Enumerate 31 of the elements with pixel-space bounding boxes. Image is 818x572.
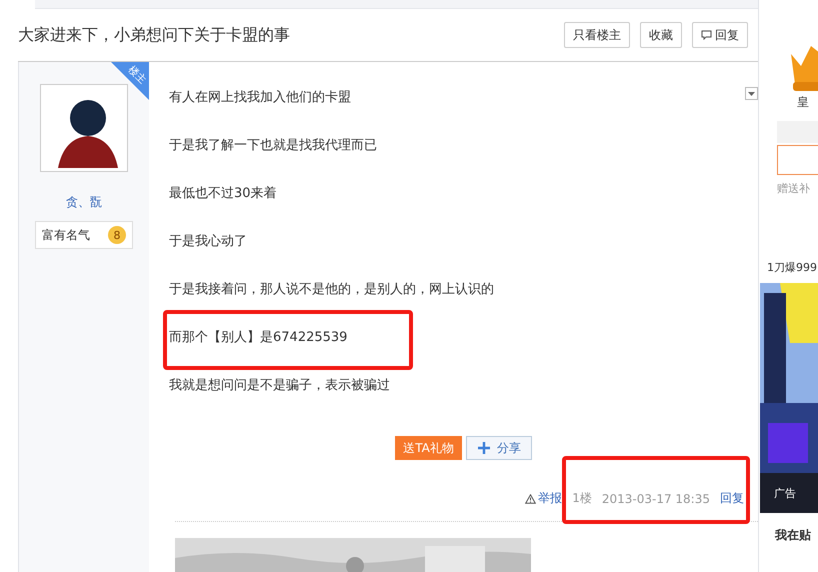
post-text: 最低也不过30来着: [169, 186, 277, 201]
thread-action-button[interactable]: 收藏: [640, 22, 682, 48]
level-badge: 8: [108, 226, 126, 244]
avatar[interactable]: [40, 84, 128, 172]
hint-text: 赠送补: [777, 181, 810, 196]
author-name[interactable]: 贪、翫: [66, 194, 102, 211]
post-text: 有人在网上找我加入他们的卡盟: [169, 90, 351, 105]
post-text: 于是我了解一下也就是找我代理而已: [169, 138, 377, 153]
crown-label: 皇: [797, 94, 809, 111]
post-text: 于是我接着问，那人说不是他的，是别人的，网上认识的: [169, 282, 494, 297]
share-button[interactable]: 分享: [466, 436, 532, 460]
post-time: 2013-03-17 18:35: [602, 492, 710, 506]
reply-link[interactable]: 回复: [720, 490, 744, 507]
comment-icon: [701, 30, 712, 40]
thread-title: 大家进来下，小弟想问下关于卡盟的事: [18, 24, 290, 46]
ad-title[interactable]: 1刀爆999: [767, 260, 817, 275]
report-link[interactable]: 举报: [525, 490, 562, 507]
input-field[interactable]: [777, 145, 818, 175]
post-text: 于是我心动了: [169, 234, 247, 249]
floor-number: 1楼: [572, 490, 592, 507]
plus-icon: [476, 441, 491, 455]
post-text: 我就是想问问是不是骗子，表示被骗过: [169, 378, 390, 393]
post-text: 而那个【别人】是674225539: [169, 330, 348, 345]
dropdown-icon[interactable]: [745, 87, 758, 100]
crown-icon: [789, 44, 818, 94]
thread-action-button[interactable]: 回复: [692, 22, 748, 48]
sidebar-heading: 我在贴: [775, 527, 811, 544]
rank-title: 富有名气: [42, 226, 90, 244]
thread-action-button[interactable]: 只看楼主: [564, 22, 630, 48]
ad-label: 广告: [774, 486, 796, 501]
warning-icon: [525, 494, 536, 504]
